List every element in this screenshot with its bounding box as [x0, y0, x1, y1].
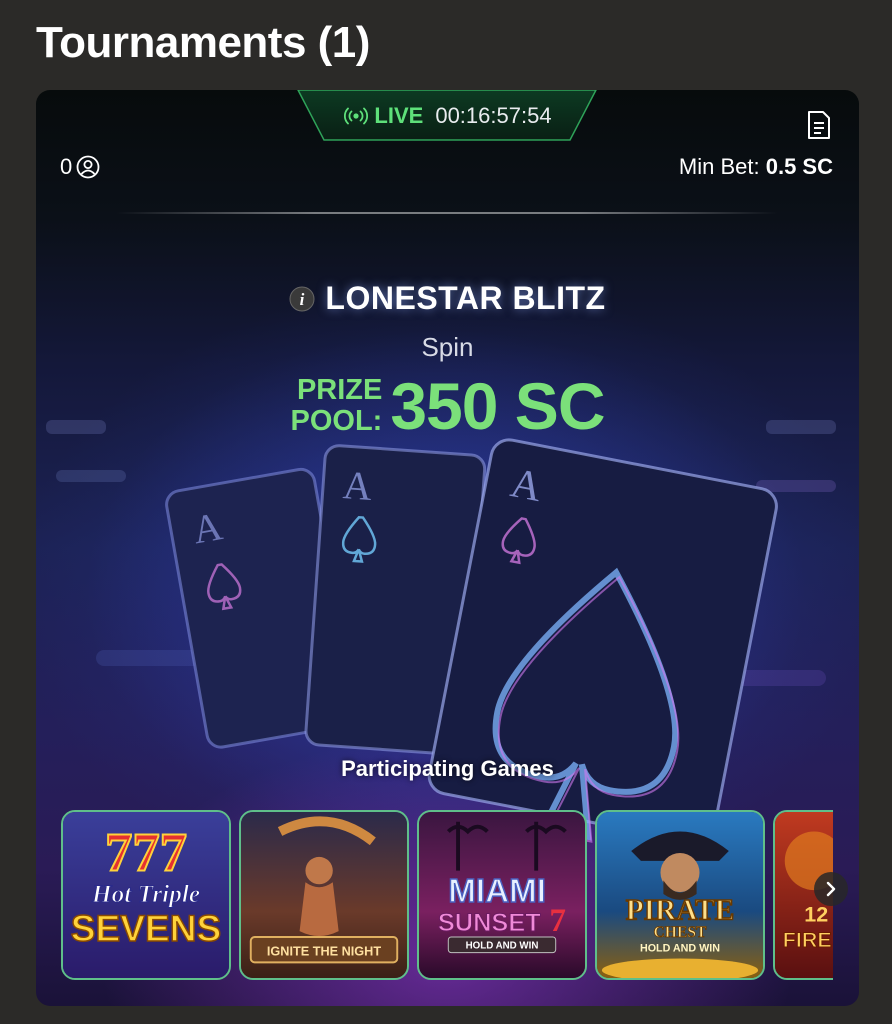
- divider: [116, 212, 778, 214]
- svg-text:i: i: [300, 290, 305, 309]
- game-art-miami-sunset: MIAMI SUNSET 7 HOLD AND WIN: [419, 812, 585, 978]
- carousel-next-button[interactable]: [814, 872, 848, 906]
- live-status: LIVE 00:16:57:54: [336, 101, 560, 131]
- tournament-title-row: i LONESTAR BLITZ: [36, 280, 859, 317]
- game-title-miami: MIAMI: [448, 873, 546, 910]
- game-tile-miami-sunset[interactable]: MIAMI SUNSET 7 HOLD AND WIN: [417, 810, 587, 980]
- game-title-sunset: SUNSET: [438, 909, 541, 937]
- game-tile-hot-triple-sevens[interactable]: 777 Hot Triple SEVENS: [61, 810, 231, 980]
- game-tile-pirate-chest[interactable]: PIRATE CHEST HOLD AND WIN: [595, 810, 765, 980]
- game-subtitle-pirate: HOLD AND WIN: [640, 943, 720, 955]
- user-icon: [76, 155, 100, 179]
- player-count-value: 0: [60, 154, 73, 179]
- game-art-ignite-the-night: IGNITE THE NIGHT: [241, 812, 407, 978]
- min-bet-value: 0.5 SC: [765, 154, 833, 179]
- game-subtitle-miami: HOLD AND WIN: [466, 941, 539, 952]
- participating-games-label: Participating Games: [341, 756, 554, 781]
- page-title: Tournaments (1): [36, 18, 370, 67]
- tournament-card[interactable]: A A A LIVE 00:16:57:54 0 Min Bet: 0.5 SC…: [36, 90, 859, 1006]
- games-carousel[interactable]: 777 Hot Triple SEVENS IGNITE THE NIGHT M…: [61, 810, 833, 982]
- broadcast-icon: [344, 107, 369, 125]
- game-art-hot-triple-sevens: 777 Hot Triple SEVENS: [63, 812, 229, 978]
- prize-pool-label: PRIZE POOL:: [291, 375, 383, 437]
- game-title-fire: FIRE: [783, 928, 832, 952]
- game-title-sevens: SEVENS: [71, 907, 222, 949]
- tournament-mode: Spin: [421, 332, 474, 362]
- svg-text:A: A: [342, 462, 374, 509]
- info-icon[interactable]: i: [289, 286, 315, 312]
- min-bet-label: Min Bet:: [678, 154, 760, 179]
- min-bet: Min Bet: 0.5 SC: [679, 154, 833, 180]
- player-count: 0: [60, 154, 100, 180]
- game-title-pirate: PIRATE: [626, 894, 734, 926]
- game-title-hot-triple: Hot Triple: [91, 880, 200, 908]
- prize-label-line2: POOL:: [290, 405, 383, 437]
- game-title-fire-number: 12: [804, 902, 828, 926]
- svg-text:777: 777: [105, 822, 187, 883]
- prize-label-line1: PRIZE: [296, 374, 383, 406]
- tournament-name: LONESTAR BLITZ: [325, 280, 606, 316]
- game-art-pirate-chest: PIRATE CHEST HOLD AND WIN: [597, 812, 763, 978]
- live-label: LIVE: [374, 103, 424, 128]
- svg-text:7: 7: [549, 902, 566, 939]
- game-title-ignite: IGNITE THE NIGHT: [267, 945, 381, 959]
- document-icon[interactable]: [806, 110, 832, 140]
- game-title-chest: CHEST: [654, 924, 708, 941]
- game-tile-ignite-the-night[interactable]: IGNITE THE NIGHT: [239, 810, 409, 980]
- prize-pool: PRIZE POOL: 350 SC: [36, 368, 859, 444]
- prize-pool-value: 350 SC: [390, 369, 605, 443]
- chevron-right-icon: [826, 881, 836, 897]
- countdown-timer: 00:16:57:54: [435, 103, 552, 128]
